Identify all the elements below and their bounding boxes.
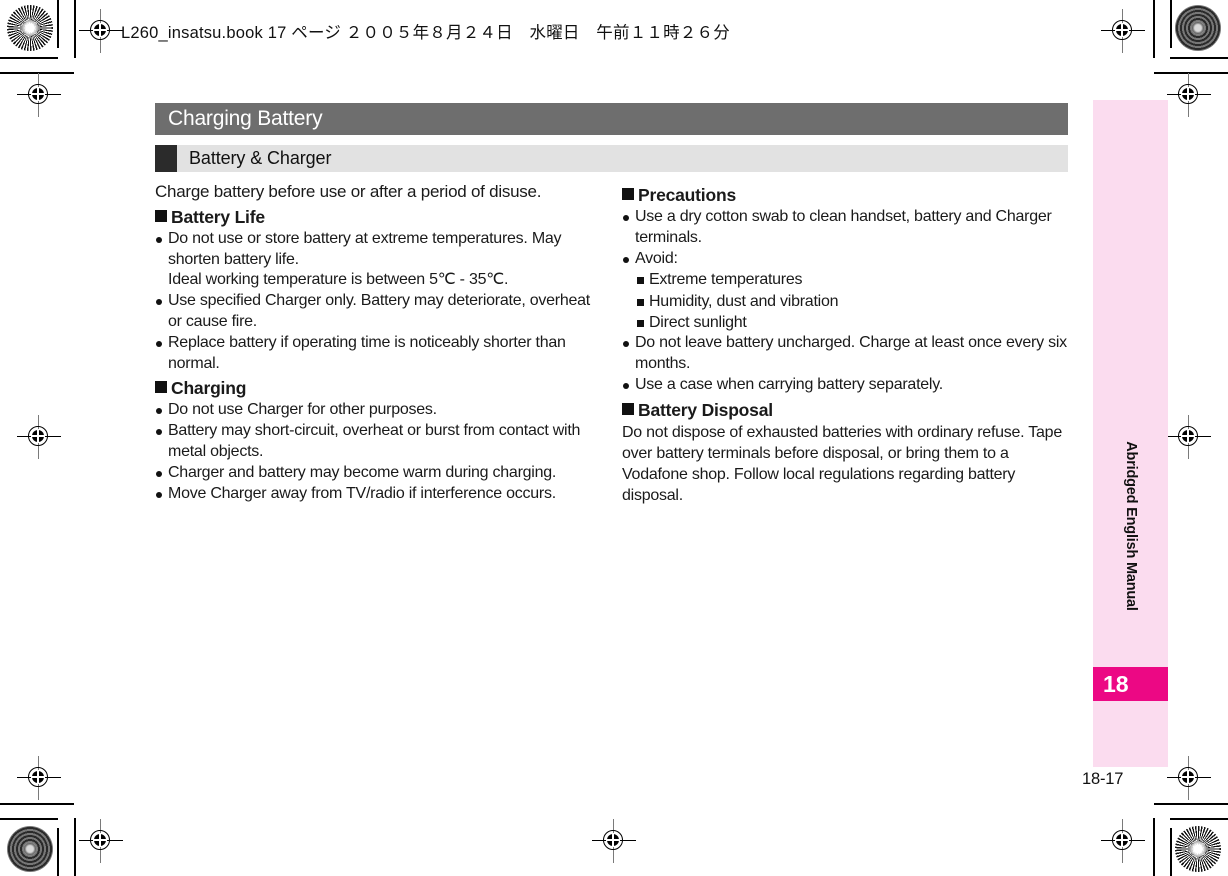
list-item: Do not leave battery uncharged. Charge a… [622, 333, 1067, 375]
crop-line-top-right-h2 [1170, 57, 1228, 59]
heading-battery-life: Battery Life [155, 207, 600, 228]
precautions-list: Use a dry cotton swab to clean handset, … [622, 207, 1067, 269]
battery-life-list: Do not use or store battery at extreme t… [155, 229, 600, 271]
two-column-body: Charge battery before use or after a per… [155, 181, 1068, 507]
charging-list: Do not use Charger for other purposes. B… [155, 400, 600, 504]
crop-line-top-right-h [1154, 72, 1228, 74]
list-item: Use a case when carrying battery separat… [622, 375, 1067, 396]
heading-charging: Charging [155, 378, 600, 399]
crop-line-top-left-v2 [74, 0, 76, 58]
list-item: Battery may short-circuit, overheat or b… [155, 421, 600, 463]
crop-line-top-left-h [0, 72, 74, 74]
section-title: Battery & Charger [189, 148, 332, 168]
list-item: Charger and battery may become warm duri… [155, 463, 600, 484]
registration-mark-inner-top-right [1167, 73, 1211, 117]
left-column: Charge battery before use or after a per… [155, 181, 600, 507]
chapter-title-bar: Charging Battery [155, 103, 1068, 135]
list-item: Use specified Charger only. Battery may … [155, 291, 600, 333]
square-bullet-icon [155, 381, 167, 394]
heading-battery-disposal-label: Battery Disposal [638, 399, 773, 420]
sidebar-vertical-label: Abridged English Manual [1122, 441, 1139, 611]
sidebar-chapter-number: 18 [1093, 667, 1168, 701]
registration-mark-inner-top-left [17, 73, 61, 117]
crop-line-bottom-right-h2 [1170, 818, 1228, 820]
registration-mark-bottom-center [592, 819, 636, 863]
square-bullet-icon [622, 402, 634, 415]
manual-page: Charging Battery Battery & Charger Charg… [155, 103, 1068, 507]
crop-line-bottom-left-h2 [0, 818, 58, 820]
right-column: Precautions Use a dry cotton swab to cle… [622, 181, 1067, 507]
precautions-list-cont: Do not leave battery uncharged. Charge a… [622, 333, 1067, 395]
crop-line-top-left-h2 [0, 57, 58, 59]
list-item: Extreme temperatures [635, 269, 1067, 290]
heading-precautions: Precautions [622, 185, 1067, 206]
list-item: Humidity, dust and vibration [635, 291, 1067, 312]
registration-mark-bottom-left [79, 819, 123, 863]
registration-mark-middle-left [17, 415, 61, 459]
lead-paragraph: Charge battery before use or after a per… [155, 182, 542, 201]
list-item: Avoid: [622, 249, 1067, 270]
crop-line-top-right-v [1170, 0, 1172, 48]
registration-mark-middle-right [1167, 415, 1211, 459]
crop-line-bottom-left-v [57, 828, 59, 876]
list-item: Replace battery if operating time is not… [155, 333, 600, 375]
crop-line-bottom-right-v [1170, 828, 1172, 876]
avoid-sublist: Extreme temperatures Humidity, dust and … [622, 269, 1067, 333]
list-item: Do not use Charger for other purposes. [155, 400, 600, 421]
source-file-header: L260_insatsu.book 17 ページ ２００５年８月２４日 水曜日 … [121, 24, 730, 42]
halftone-target-bottom-left [7, 826, 53, 872]
square-bullet-icon [622, 188, 634, 200]
registration-mark-inner-bottom-right [1167, 756, 1211, 800]
crop-line-bottom-right-h [1154, 803, 1228, 805]
crop-line-top-right-v2 [1153, 0, 1155, 58]
list-item: Move Charger away from TV/radio if inter… [155, 484, 600, 505]
battery-disposal-paragraph: Do not dispose of exhausted batteries wi… [622, 423, 1062, 505]
registration-mark-top-left [79, 9, 123, 53]
heading-battery-life-label: Battery Life [171, 206, 265, 227]
page-folio: 18-17 [1082, 770, 1124, 788]
chapter-side-tab: Abridged English Manual 18 [1093, 100, 1168, 767]
battery-life-continuation: Ideal working temperature is between 5℃ … [168, 271, 509, 289]
star-target-top-left [7, 5, 53, 51]
crop-line-bottom-left-h [0, 803, 74, 805]
star-target-bottom-right [1175, 826, 1221, 872]
chapter-title: Charging Battery [168, 107, 323, 130]
list-item: Do not use or store battery at extreme t… [155, 229, 600, 271]
registration-mark-bottom-right [1101, 819, 1145, 863]
registration-mark-inner-bottom-left [17, 756, 61, 800]
section-marker-icon [155, 145, 177, 172]
list-item: Direct sunlight [635, 312, 1067, 333]
heading-charging-label: Charging [171, 378, 247, 399]
battery-life-list-cont: Use specified Charger only. Battery may … [155, 291, 600, 374]
halftone-target-top-right [1175, 5, 1221, 51]
registration-mark-top-right [1101, 9, 1145, 53]
heading-battery-disposal: Battery Disposal [622, 400, 1067, 421]
section-title-bar: Battery & Charger [155, 145, 1068, 172]
crop-line-bottom-right-v2 [1153, 818, 1155, 876]
heading-precautions-label: Precautions [638, 185, 736, 205]
square-bullet-icon [155, 209, 167, 222]
list-item: Use a dry cotton swab to clean handset, … [622, 207, 1067, 249]
crop-line-bottom-left-v2 [74, 818, 76, 876]
crop-line-top-left-v [57, 0, 59, 48]
